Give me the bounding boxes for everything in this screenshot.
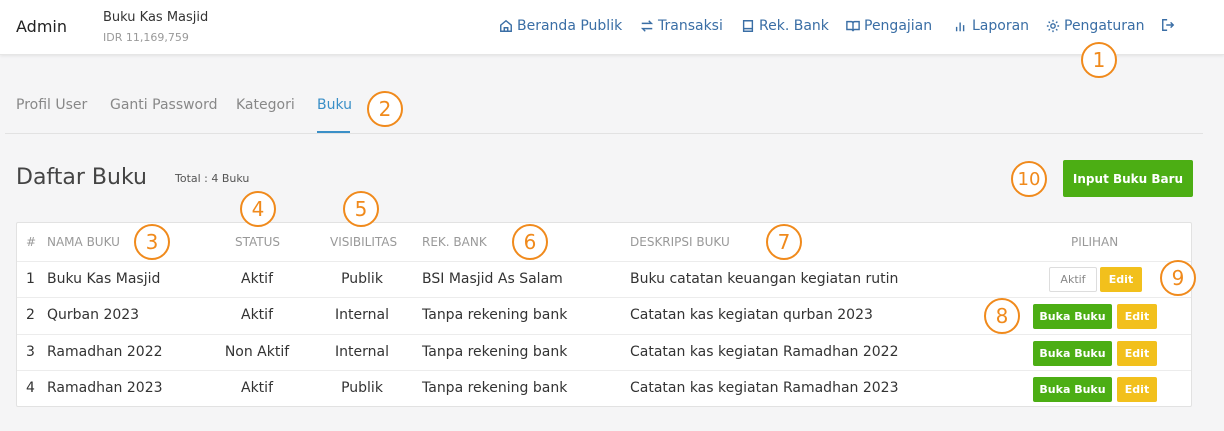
book-visibility: Internal (335, 344, 389, 360)
book-status: Aktif (241, 271, 273, 287)
row-number: 4 (26, 380, 35, 396)
annotation-marker-10: 10 (1011, 161, 1047, 197)
open-book-icon (846, 20, 860, 32)
annotation-marker-1: 1 (1081, 42, 1117, 78)
brand-label[interactable]: Admin (16, 17, 67, 36)
book-status: Non Aktif (224, 344, 290, 360)
book-bank: Tanpa rekening bank (422, 307, 568, 323)
annotation-marker-9: 9 (1160, 260, 1196, 296)
annotation-marker-6: 6 (512, 224, 548, 260)
row-number: 1 (26, 271, 35, 287)
buka-buku-button[interactable]: Buka Buku (1033, 304, 1112, 329)
nav-rek-bank[interactable]: Rek. Bank (741, 18, 829, 34)
col-header-nama-buku: NAMA BUKU (47, 235, 120, 249)
row-number: 2 (26, 307, 35, 323)
tab-kategori[interactable]: Kategori (236, 97, 295, 113)
book-bank: Tanpa rekening bank (422, 344, 568, 360)
gear-icon (1046, 19, 1060, 33)
nav-label: Beranda Publik (517, 18, 623, 34)
tabs-divider (5, 133, 1203, 134)
tab-buku[interactable]: Buku (317, 97, 352, 113)
edit-button[interactable]: Edit (1117, 377, 1157, 402)
logout-icon (1162, 19, 1175, 31)
book-name: Buku Kas Masjid (47, 271, 161, 287)
book-visibility: Publik (341, 380, 383, 396)
bar-chart-icon (955, 22, 965, 32)
annotation-marker-3: 3 (134, 224, 170, 260)
book-name: Ramadhan 2023 (47, 380, 163, 396)
tab-profil-user[interactable]: Profil User (16, 97, 87, 113)
book-description: Catatan kas kegiatan qurban 2023 (630, 307, 873, 323)
nav-pengaturan[interactable]: Pengaturan (1046, 18, 1144, 34)
book-bank: Tanpa rekening bank (422, 380, 568, 396)
buka-buku-button[interactable]: Buka Buku (1033, 341, 1112, 366)
total-count: Total : 4 Buku (175, 172, 250, 185)
nav-label: Rek. Bank (759, 18, 829, 34)
col-header-rek-bank: REK. BANK (422, 235, 487, 249)
edit-button[interactable]: Edit (1117, 341, 1157, 366)
book-description: Catatan kas kegiatan Ramadhan 2023 (630, 380, 899, 396)
input-buku-baru-button[interactable]: Input Buku Baru (1063, 160, 1193, 197)
buka-buku-button[interactable]: Buka Buku (1033, 377, 1112, 402)
edit-button[interactable]: Edit (1100, 267, 1142, 292)
nav-label: Pengajian (864, 18, 933, 34)
book-bank: BSI Masjid As Salam (422, 271, 563, 287)
nav-transaksi[interactable]: Transaksi (640, 18, 723, 34)
nav-beranda-publik[interactable]: Beranda Publik (499, 18, 622, 34)
tab-ganti-password[interactable]: Ganti Password (110, 97, 218, 113)
table-row: 3 Ramadhan 2022 Non Aktif Internal Tanpa… (17, 334, 1191, 370)
current-book-title: Buku Kas Masjid (103, 10, 209, 25)
book-status: Aktif (241, 307, 273, 323)
book-name: Ramadhan 2022 (47, 344, 163, 360)
annotation-marker-2: 2 (367, 91, 403, 127)
page-title: Daftar Buku (16, 165, 147, 190)
table-row: 1 Buku Kas Masjid Aktif Publik BSI Masji… (17, 261, 1191, 297)
col-header-visibilitas: VISIBILITAS (330, 235, 398, 249)
book-status: Aktif (241, 380, 273, 396)
nav-pengajian[interactable]: Pengajian (846, 18, 932, 34)
annotation-marker-4: 4 (240, 191, 276, 227)
annotation-marker-5: 5 (343, 191, 379, 227)
book-visibility: Publik (341, 271, 383, 287)
book-description: Buku catatan keuangan kegiatan rutin (630, 271, 899, 287)
top-navbar: Admin Buku Kas Masjid IDR 11,169,759 Ber… (0, 0, 1224, 55)
logout-button[interactable] (1161, 18, 1175, 32)
book-icon (742, 20, 754, 32)
nav-label: Laporan (972, 18, 1030, 34)
col-header-deskripsi-buku: DESKRIPSI BUKU (630, 235, 730, 249)
book-visibility: Internal (335, 307, 389, 323)
col-header-pilihan: PILIHAN (1071, 235, 1119, 249)
nav-label: Transaksi (658, 18, 723, 34)
table-row: 4 Ramadhan 2023 Aktif Publik Tanpa reken… (17, 370, 1191, 406)
nav-label: Pengaturan (1064, 18, 1145, 34)
transfer-icon (640, 20, 654, 32)
col-header-number: # (26, 235, 37, 249)
home-icon (500, 19, 512, 32)
row-number: 3 (26, 344, 35, 360)
current-book-balance: IDR 11,169,759 (103, 31, 189, 44)
book-description: Catatan kas kegiatan Ramadhan 2022 (630, 344, 899, 360)
annotation-marker-7: 7 (766, 224, 802, 260)
edit-button[interactable]: Edit (1117, 304, 1157, 329)
aktif-status-button[interactable]: Aktif (1049, 267, 1097, 292)
book-name: Qurban 2023 (47, 307, 140, 323)
col-header-status: STATUS (235, 235, 281, 249)
annotation-marker-8: 8 (984, 298, 1020, 334)
nav-laporan[interactable]: Laporan (954, 18, 1029, 34)
